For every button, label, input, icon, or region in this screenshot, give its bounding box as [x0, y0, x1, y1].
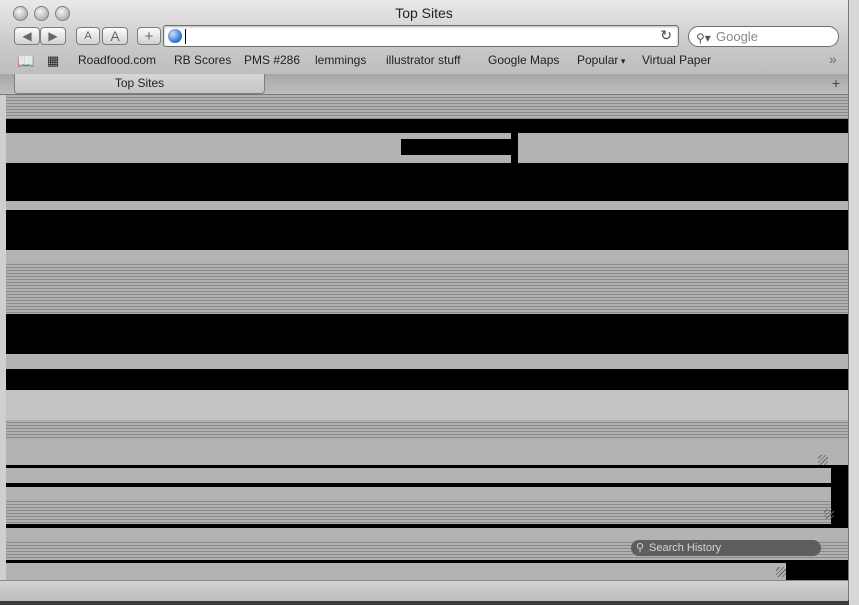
bookmark-roadfood[interactable]: Roadfood.com: [78, 53, 156, 67]
history-row: [6, 139, 401, 155]
title-bar: Top Sites ◀ ▶ A A + ↻ ⚲▾ Google 📖 ▦ Road…: [0, 0, 848, 77]
history-row: [6, 487, 831, 499]
tab-label: Top Sites: [114, 76, 165, 90]
bookmark-virtual-paper[interactable]: Virtual Paper: [642, 53, 711, 67]
history-row: [6, 440, 848, 465]
history-row: [6, 95, 848, 119]
google-search-field[interactable]: ⚲▾ Google: [688, 26, 839, 47]
bookmarks-overflow-icon[interactable]: »: [829, 51, 837, 67]
tab-bar: Top Sites +: [0, 74, 848, 95]
history-row: [6, 499, 831, 524]
background-window-edge: [849, 0, 859, 605]
tab-top-sites[interactable]: Top Sites: [14, 74, 265, 94]
window-title: Top Sites: [395, 5, 453, 21]
history-row: [6, 250, 848, 262]
back-button[interactable]: ◀: [14, 27, 40, 45]
bookmarks-bar: 📖 ▦ Roadfood.com RB Scores PMS #286 lemm…: [0, 51, 848, 70]
history-row: [6, 354, 848, 369]
browser-window: Top Sites ◀ ▶ A A + ↻ ⚲▾ Google 📖 ▦ Road…: [0, 0, 849, 601]
history-row: [6, 390, 848, 420]
history-row: [6, 201, 848, 210]
bookmark-lemmings[interactable]: lemmings: [315, 53, 366, 67]
history-row: [6, 420, 848, 440]
bookmark-google-maps[interactable]: Google Maps: [488, 53, 559, 67]
reload-icon[interactable]: ↻: [660, 27, 672, 44]
url-field[interactable]: ↻: [163, 25, 679, 47]
smaller-text-label: A: [84, 30, 92, 42]
history-row: [6, 528, 848, 540]
history-row: [6, 262, 848, 314]
larger-text-button[interactable]: A: [102, 27, 128, 45]
resize-grip-icon[interactable]: [818, 455, 828, 465]
search-history-field[interactable]: ⚲ Search History: [631, 540, 821, 556]
new-tab-icon[interactable]: +: [832, 75, 840, 91]
bookmark-popular-label: Popular: [577, 53, 619, 67]
history-row: [6, 563, 786, 580]
history-row: [6, 468, 831, 483]
bookmark-popular-menu[interactable]: Popular ▾: [577, 53, 625, 67]
history-row: [6, 155, 511, 163]
forward-icon: ▶: [48, 29, 58, 43]
chevron-down-icon: ▾: [618, 56, 626, 66]
back-icon: ◀: [22, 29, 32, 43]
top-sites-grid-icon[interactable]: ▦: [47, 53, 59, 69]
search-history-placeholder: Search History: [649, 542, 722, 554]
search-icon: ⚲▾: [696, 31, 711, 45]
text-cursor: [185, 29, 186, 44]
bookmark-rb-scores[interactable]: RB Scores: [174, 53, 231, 67]
resize-grip-icon[interactable]: [824, 509, 834, 519]
status-bar: [0, 580, 848, 601]
smaller-text-button[interactable]: A: [76, 27, 100, 45]
add-bookmark-icon: +: [144, 27, 154, 45]
bookmark-illustrator-stuff[interactable]: illustrator stuff: [386, 53, 460, 67]
search-placeholder: Google: [716, 29, 758, 44]
history-row: [518, 133, 848, 163]
top-sites-content: ⚲ Search History: [6, 95, 848, 580]
reading-list-book-icon[interactable]: 📖: [17, 53, 34, 70]
globe-icon: [168, 29, 182, 43]
search-icon: ⚲: [636, 542, 645, 554]
larger-text-label: A: [110, 28, 120, 44]
forward-button[interactable]: ▶: [40, 27, 66, 45]
add-bookmark-button[interactable]: +: [137, 27, 161, 45]
bookmark-pms-286[interactable]: PMS #286: [244, 53, 300, 67]
resize-grip-icon[interactable]: [776, 567, 786, 577]
